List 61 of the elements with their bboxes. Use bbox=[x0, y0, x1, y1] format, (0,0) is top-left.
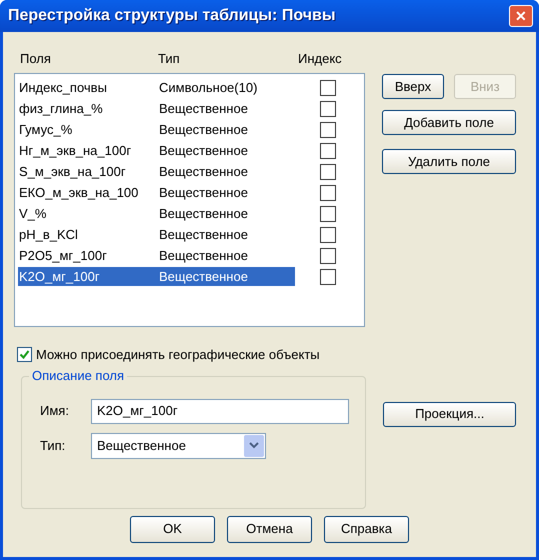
index-checkbox[interactable] bbox=[320, 226, 336, 242]
list-row[interactable]: V_% Вещественное bbox=[18, 204, 295, 223]
help-button[interactable]: Справка bbox=[324, 516, 409, 542]
list-row[interactable]: физ_глина_% Вещественное bbox=[18, 99, 295, 118]
field-name: K2O_мг_100г bbox=[18, 268, 101, 286]
field-name: V_% bbox=[18, 204, 48, 223]
field-name: pH_в_KCl bbox=[18, 226, 79, 244]
list-row[interactable]: pH_в_KCl Вещественное bbox=[18, 225, 295, 244]
field-name: Гумус_% bbox=[18, 120, 74, 139]
field-name: Индекс_почвы bbox=[18, 78, 108, 97]
index-checkbox[interactable] bbox=[320, 184, 336, 200]
list-row[interactable]: ЕКО_м_экв_на_100 Вещественное bbox=[18, 183, 295, 202]
index-checkbox[interactable] bbox=[320, 122, 336, 138]
projection-button[interactable]: Проекция... bbox=[383, 402, 516, 426]
dropdown-value: Вещественное bbox=[97, 436, 186, 455]
group-legend: Описание поля bbox=[29, 368, 128, 384]
close-button[interactable]: ✕ bbox=[509, 5, 533, 27]
list-row[interactable]: Индекс_почвы Символьное(10) bbox=[18, 78, 295, 97]
field-name: Нг_м_экв_на_100г bbox=[18, 142, 132, 160]
field-label: Имя: bbox=[40, 402, 70, 420]
field-name: S_м_экв_на_100г bbox=[18, 162, 127, 181]
field-type: Символьное(10) bbox=[159, 78, 258, 97]
field-name: ЕКО_м_экв_на_100 bbox=[18, 184, 140, 202]
index-checkbox[interactable] bbox=[320, 164, 336, 180]
list-row[interactable]: Гумус_% Вещественное bbox=[18, 120, 295, 139]
field-type: Вещественное bbox=[159, 268, 248, 286]
column-header: Тип bbox=[158, 50, 181, 68]
index-checkbox[interactable] bbox=[320, 80, 336, 96]
field-type: Вещественное bbox=[159, 120, 248, 139]
type-dropdown[interactable]: Вещественное bbox=[91, 432, 266, 458]
column-header: Поля bbox=[20, 50, 52, 68]
list-row[interactable]: Нг_м_экв_на_100г Вещественное bbox=[18, 141, 295, 160]
attach-checkbox[interactable] bbox=[17, 347, 32, 362]
cancel-button[interactable]: Отмена bbox=[227, 516, 312, 542]
index-checkbox[interactable] bbox=[320, 142, 336, 158]
checkbox-label: Можно присоединять географические объекты bbox=[36, 346, 320, 364]
field-type: Вещественное bbox=[159, 226, 248, 244]
column-header: Индекс bbox=[298, 50, 343, 68]
index-checkbox[interactable] bbox=[320, 248, 336, 264]
delete-field-button[interactable]: Удалить поле bbox=[382, 149, 516, 174]
field-name: физ_глина_% bbox=[18, 100, 104, 118]
window-title: Перестройка структуры таблицы: Почвы bbox=[8, 6, 336, 26]
field-type: Вещественное bbox=[159, 100, 248, 118]
field-type: Вещественное bbox=[159, 246, 248, 265]
list-row[interactable]: K2O_мг_100г Вещественное bbox=[18, 267, 295, 286]
move-up-button[interactable]: Вверх bbox=[382, 74, 444, 99]
add-field-button[interactable]: Добавить поле bbox=[382, 110, 516, 135]
field-type: Вещественное bbox=[159, 142, 248, 160]
field-name: P2O5_мг_100г bbox=[18, 246, 108, 265]
list-row[interactable]: P2O5_мг_100г Вещественное bbox=[18, 246, 295, 265]
field-type: Вещественное bbox=[159, 204, 248, 223]
field-type: Вещественное bbox=[159, 184, 248, 202]
field-type: Вещественное bbox=[159, 162, 248, 181]
name-input[interactable]: K2O_мг_100г bbox=[91, 398, 349, 424]
checkmark-icon bbox=[19, 349, 30, 360]
ok-button[interactable]: OK bbox=[130, 516, 215, 542]
list-row[interactable]: S_м_экв_на_100г Вещественное bbox=[18, 162, 295, 181]
field-label: Тип: bbox=[40, 436, 66, 455]
index-checkbox[interactable] bbox=[320, 268, 336, 284]
index-checkbox[interactable] bbox=[320, 206, 336, 222]
index-checkbox[interactable] bbox=[320, 100, 336, 116]
